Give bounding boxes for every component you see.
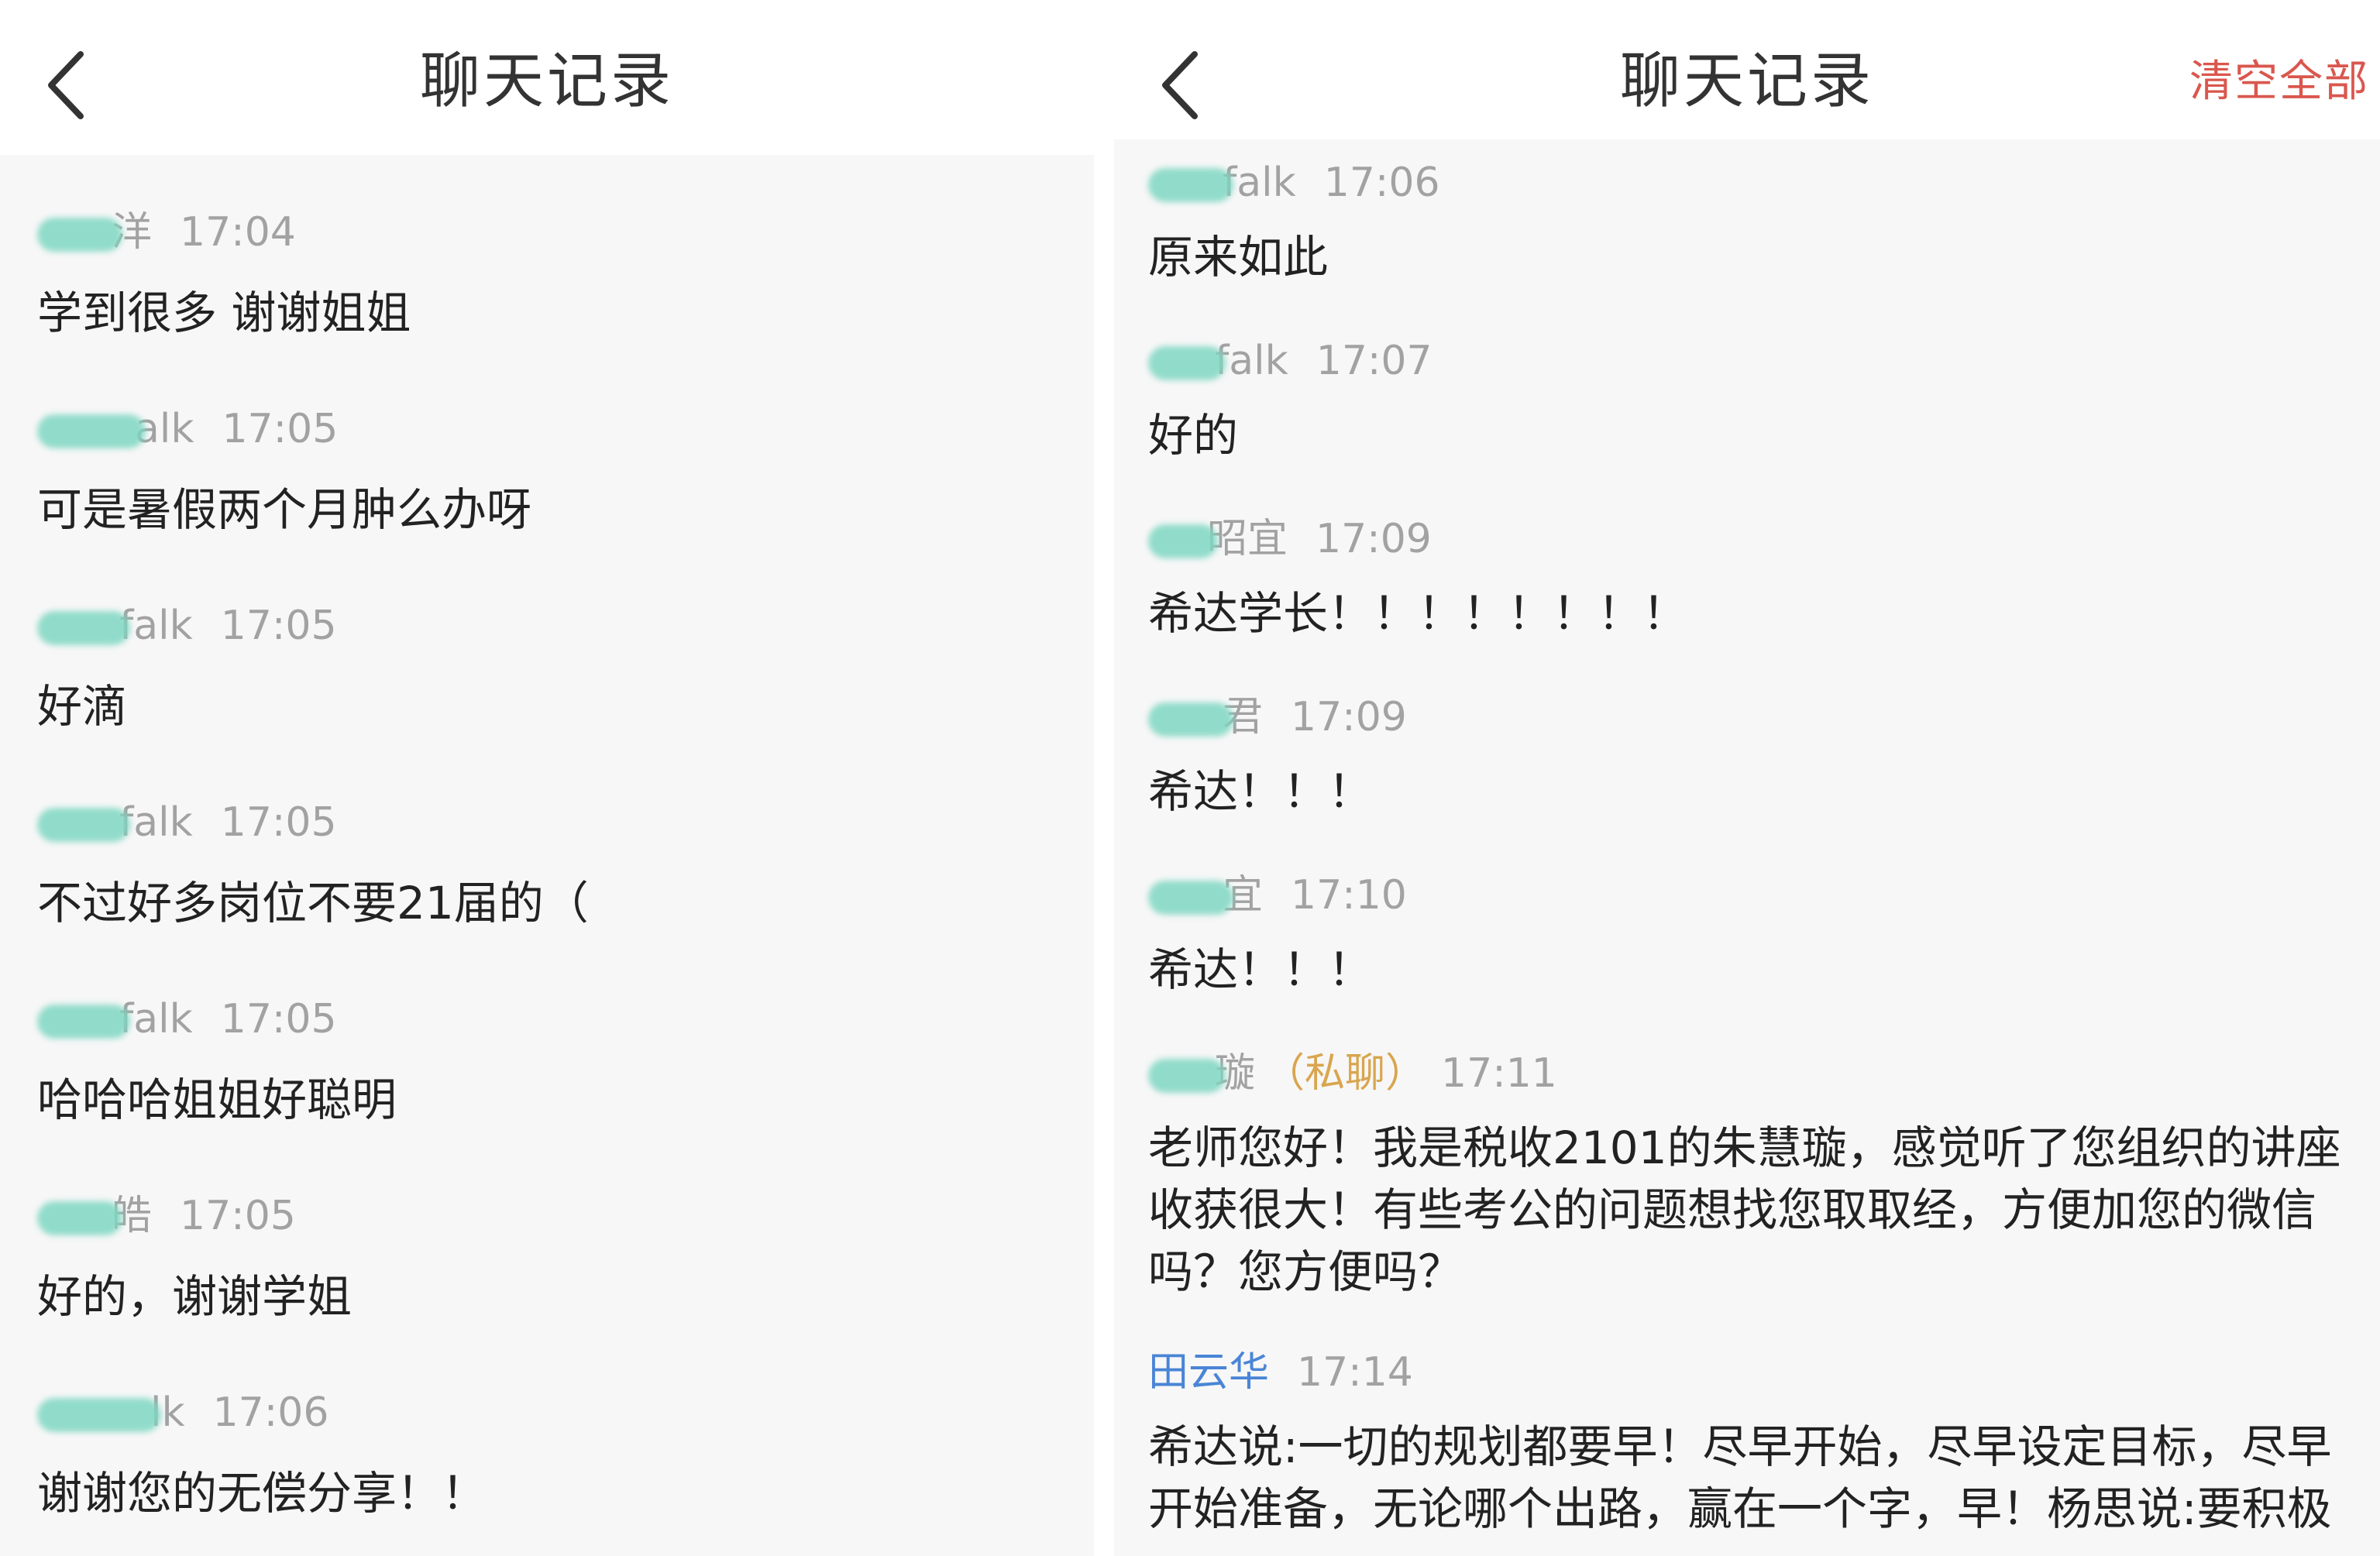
message-meta: 璇（私聊） 17:11 — [1148, 1042, 1557, 1104]
message-meta: falk 17:05 — [37, 595, 337, 657]
message-meta: 洋 17:04 — [37, 201, 296, 263]
message-meta: 田云华 17:14 — [1148, 1341, 1413, 1403]
message-meta: alk 17:05 — [37, 398, 338, 460]
message-text: 哈哈哈姐姐好聪明 — [37, 1073, 397, 1126]
clear-all-button[interactable]: 清空全部 — [2189, 51, 2369, 113]
nav-header: 聊天记录 清空全部 — [1114, 0, 2380, 155]
message-text: 希达说:一切的规划都要早！尽早开始，尽早设定目标，尽早开始准备，无论哪个出路，赢… — [1148, 1420, 2332, 1535]
message-time: 17:05 — [220, 603, 337, 649]
message-text: 希达！！！ — [1148, 943, 1374, 996]
message-time: 17:07 — [1316, 338, 1432, 384]
message-time: 17:04 — [180, 209, 296, 256]
nav-header: 聊天记录 — [0, 0, 1094, 155]
message-text: 好的，谢谢学姐 — [37, 1270, 353, 1323]
sender-name: falk — [119, 996, 193, 1042]
message-meta: falk 17:06 — [1148, 152, 1440, 214]
redacted-avatar-blur — [37, 414, 146, 448]
redacted-avatar-blur — [37, 218, 122, 252]
message-meta: falk 17:05 — [37, 988, 337, 1050]
sender-name: 昭宜 — [1207, 516, 1288, 562]
message-text: 谢谢您的无偿分享！！ — [37, 1467, 487, 1520]
redacted-avatar-blur — [1148, 881, 1233, 915]
message-meta: falk 17:07 — [1148, 330, 1432, 392]
redacted-avatar-blur — [37, 1398, 161, 1432]
redacted-avatar-blur — [37, 1201, 122, 1235]
redacted-avatar-blur — [1148, 1059, 1226, 1093]
message-text: 不过好多岗位不要21届的（ — [37, 877, 589, 929]
chat-history-panel-left: 聊天记录 洋 17:04 学到很多 谢谢姐姐 alk 17:05 可是暑假两个月肿么… — [0, 0, 1094, 1556]
sender-name: falk — [119, 799, 193, 846]
private-chat-tag: （私聊） — [1264, 1050, 1426, 1097]
message-meta: 宜 17:10 — [1148, 864, 1407, 926]
sender-name[interactable]: 田云华 — [1148, 1349, 1269, 1396]
message-text: 老师您好！我是税收2101的朱慧璇，感觉听了您组织的讲座收获很大！有些考公的问题… — [1148, 1121, 2341, 1298]
message-time: 17:06 — [212, 1389, 329, 1436]
message-time: 17:11 — [1441, 1050, 1557, 1097]
chat-history-panel-right: 聊天记录 清空全部 falk 17:06 原来如此 falk 17:07 好的 昭宜… — [1114, 0, 2380, 1556]
message-time: 17:05 — [220, 799, 337, 846]
message-time: 17:09 — [1316, 516, 1432, 562]
redacted-avatar-blur — [37, 808, 130, 842]
message-time: 17:05 — [180, 1193, 296, 1239]
redacted-avatar-blur — [1148, 702, 1233, 737]
page-title: 聊天记录 — [419, 46, 674, 116]
sender-name: falk — [1223, 160, 1296, 206]
message-meta: 皓 17:05 — [37, 1185, 296, 1247]
message-text: 可是暑假两个月肿么办呀 — [37, 483, 532, 536]
sender-name: falk — [1215, 338, 1288, 384]
message-time: 17:05 — [220, 996, 337, 1042]
redacted-avatar-blur — [1148, 346, 1226, 380]
redacted-avatar-blur — [1148, 524, 1218, 558]
redacted-avatar-blur — [1148, 168, 1233, 202]
message-list[interactable]: 洋 17:04 学到很多 谢谢姐姐 alk 17:05 可是暑假两个月肿么办呀 fa… — [0, 155, 1094, 1556]
sender-name: falk — [119, 603, 193, 649]
message-time: 17:10 — [1291, 872, 1407, 919]
message-text: 好的 — [1148, 409, 1239, 462]
message-text: 希达学长！！！！！！！！ — [1148, 587, 1688, 640]
message-text: 希达！！！ — [1148, 765, 1374, 818]
message-time: 17:05 — [222, 406, 339, 452]
message-meta: lk 17:06 — [37, 1382, 328, 1444]
message-meta: 昭宜 17:09 — [1148, 508, 1432, 570]
message-text: 原来如此 — [1148, 231, 1329, 283]
redacted-avatar-blur — [37, 611, 130, 645]
message-meta: 君 17:09 — [1148, 686, 1407, 748]
message-time: 17:09 — [1291, 694, 1407, 740]
redacted-avatar-blur — [37, 1005, 130, 1039]
message-text: 学到很多 谢谢姐姐 — [37, 287, 411, 339]
message-time: 17:06 — [1323, 160, 1440, 206]
message-text: 好滴 — [37, 680, 128, 733]
message-meta: falk 17:05 — [37, 792, 337, 854]
message-time: 17:14 — [1297, 1349, 1413, 1396]
message-list[interactable]: falk 17:06 原来如此 falk 17:07 好的 昭宜 17:09 希达学长… — [1114, 139, 2380, 1556]
